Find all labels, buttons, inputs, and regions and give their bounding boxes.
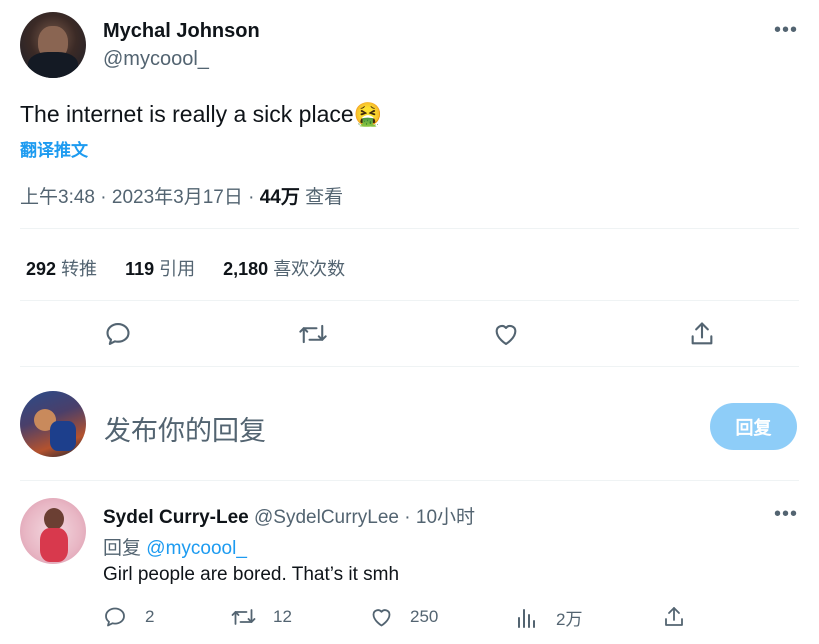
separator: · xyxy=(100,187,107,208)
retweets-label: 转推 xyxy=(61,259,98,279)
reply-input[interactable]: 发布你的回复 xyxy=(104,409,266,448)
divider xyxy=(20,300,799,301)
share-icon[interactable] xyxy=(688,320,716,348)
reply-text: Girl people are bored. That’s it smh xyxy=(103,564,400,585)
retweets-stat[interactable]: 292 转推 xyxy=(26,255,97,281)
likes-stat[interactable]: 2,180 喜欢次数 xyxy=(223,255,345,281)
views-icon xyxy=(516,606,538,630)
likes-count: 250 xyxy=(410,607,439,626)
reply-author-avatar[interactable] xyxy=(20,498,86,564)
retweet-icon xyxy=(230,605,257,629)
nauseated-face-emoji: 🤮 xyxy=(353,101,383,127)
separator: · xyxy=(248,187,255,208)
reply-action-views[interactable]: 2万 xyxy=(516,605,582,630)
tweet-text-row: The internet is really a sick place🤮 xyxy=(20,101,382,128)
replying-to-row: 回复 @mycoool_ xyxy=(103,533,247,560)
views-label: 查看 xyxy=(305,187,344,208)
author-name[interactable]: Mychal Johnson xyxy=(103,20,260,43)
reply-author-name[interactable]: Sydel Curry-Lee xyxy=(103,507,249,528)
reply-action-likes[interactable]: 250 xyxy=(369,605,438,629)
replies-count: 2 xyxy=(145,607,155,626)
reply-action-retweets[interactable]: 12 xyxy=(230,605,292,629)
views-count: 44万 xyxy=(259,187,300,208)
like-icon[interactable] xyxy=(492,320,520,348)
reply-icon[interactable] xyxy=(104,320,132,348)
reply-button[interactable]: 回复 xyxy=(710,403,797,450)
reply-action-replies[interactable]: 2 xyxy=(103,605,154,629)
reply-icon xyxy=(103,605,127,629)
tweet-date[interactable]: 2023年3月17日 xyxy=(112,187,243,208)
replying-to-handle[interactable]: @mycoool_ xyxy=(146,538,247,559)
reply-time[interactable]: 10小时 xyxy=(416,507,475,528)
quotes-stat[interactable]: 119 引用 xyxy=(125,255,195,281)
divider xyxy=(20,480,799,481)
quotes-count: 119 xyxy=(125,259,155,279)
divider xyxy=(20,366,799,367)
more-icon[interactable]: ••• xyxy=(774,19,798,42)
quotes-label: 引用 xyxy=(159,259,196,279)
timestamp-row: 上午3:48 · 2023年3月17日 · 44万 查看 xyxy=(20,182,343,209)
stats-row: 292 转推 119 引用 2,180 喜欢次数 xyxy=(26,255,345,281)
separator: · xyxy=(404,507,411,528)
translate-link[interactable]: 翻译推文 xyxy=(20,136,88,161)
user-avatar[interactable] xyxy=(20,391,86,457)
more-icon[interactable]: ••• xyxy=(774,503,798,526)
tweet-time[interactable]: 上午3:48 xyxy=(20,187,95,208)
author-avatar[interactable] xyxy=(20,12,86,78)
retweet-icon[interactable] xyxy=(298,320,328,348)
reply-header: Sydel Curry-Lee @SydelCurryLee · 10小时 xyxy=(103,502,475,529)
tweet-text: The internet is really a sick place xyxy=(20,101,354,127)
divider xyxy=(20,228,799,229)
retweets-count: 292 xyxy=(26,259,57,279)
reply-author-handle[interactable]: @SydelCurryLee xyxy=(254,507,399,528)
retweets-count: 12 xyxy=(273,607,292,626)
replying-to-label: 回复 xyxy=(103,538,142,559)
like-icon xyxy=(369,605,394,629)
share-icon[interactable] xyxy=(662,605,686,629)
views-count: 2万 xyxy=(556,610,583,629)
author-handle[interactable]: @mycoool_ xyxy=(103,48,209,71)
likes-count: 2,180 xyxy=(223,259,269,279)
likes-label: 喜欢次数 xyxy=(273,259,346,279)
